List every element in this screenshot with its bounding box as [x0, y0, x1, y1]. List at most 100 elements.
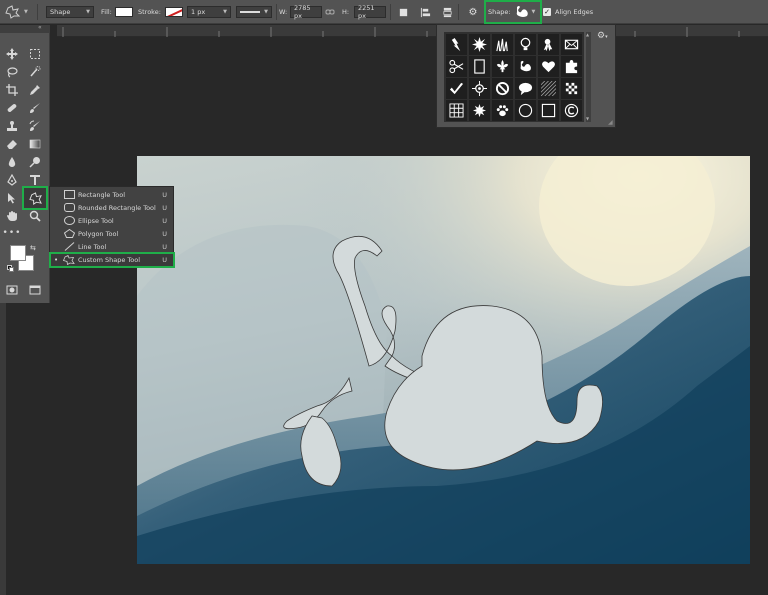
- shape-heart[interactable]: [538, 56, 559, 77]
- brush-icon: [30, 103, 40, 113]
- height-label: H:: [342, 8, 350, 16]
- shape-grid[interactable]: [446, 100, 467, 121]
- quick-selection-tool[interactable]: [26, 64, 44, 80]
- eyedropper-icon: [30, 85, 40, 95]
- quick-mask-button[interactable]: [3, 282, 21, 298]
- brush-tool[interactable]: [26, 100, 44, 116]
- rounded-rectangle-tool-item[interactable]: Rounded Rectangle Tool U: [50, 201, 174, 214]
- stroke-width-field[interactable]: 1 px ▼: [187, 6, 231, 18]
- scroll-down-icon[interactable]: ▼: [586, 116, 591, 122]
- shape-checkerboard[interactable]: [561, 78, 582, 99]
- shape-scissors[interactable]: [446, 56, 467, 77]
- shape-grid: [444, 32, 584, 122]
- tool-preset-picker[interactable]: ▼: [5, 0, 28, 24]
- bandage-icon: [7, 104, 17, 112]
- more-icon: •••: [2, 228, 22, 238]
- type-tool[interactable]: [26, 172, 44, 188]
- polygon-tool-item[interactable]: Polygon Tool U: [50, 227, 174, 240]
- shape-burst[interactable]: [469, 100, 490, 121]
- shape-snail[interactable]: [515, 56, 536, 77]
- stroke-type-select[interactable]: ▼: [236, 6, 272, 18]
- screen-mode-icon: [29, 285, 41, 295]
- shape-picker-control[interactable]: Shape: ▼: [484, 0, 542, 24]
- shape-square[interactable]: [538, 100, 559, 121]
- rectangle-tool-label: Rectangle Tool: [78, 190, 126, 199]
- rectangle-tool-item[interactable]: Rectangle Tool U: [50, 188, 174, 201]
- custom-shape-icon: [28, 191, 42, 205]
- move-tool[interactable]: [3, 46, 21, 62]
- snail-shape-icon: [516, 6, 528, 17]
- eyedropper-tool[interactable]: [26, 82, 44, 98]
- shape-ribbon[interactable]: [538, 34, 559, 55]
- marquee-tool[interactable]: [26, 46, 44, 62]
- shape-hatching[interactable]: [538, 78, 559, 99]
- foreground-color-swatch[interactable]: [10, 245, 26, 261]
- shape-checkmark[interactable]: [446, 78, 467, 99]
- frame-icon: [474, 59, 485, 74]
- ellipse-tool-item[interactable]: Ellipse Tool U: [50, 214, 174, 227]
- width-field[interactable]: 2785 px: [290, 4, 322, 20]
- clone-stamp-tool[interactable]: [3, 118, 21, 134]
- path-alignment-button[interactable]: [418, 5, 432, 19]
- shape-fleur-de-lis[interactable]: [492, 56, 513, 77]
- gradient-tool[interactable]: [26, 136, 44, 152]
- zoom-tool[interactable]: [26, 208, 44, 224]
- blur-tool[interactable]: [3, 154, 21, 170]
- shape-paw[interactable]: [492, 100, 513, 121]
- move-icon: [6, 48, 18, 60]
- shape-grass[interactable]: [492, 34, 513, 55]
- scroll-up-icon[interactable]: ▲: [586, 32, 591, 38]
- eraser-tool[interactable]: [3, 136, 21, 152]
- default-colors-icon[interactable]: [7, 265, 14, 272]
- canvas-image: [137, 156, 750, 564]
- shape-label: Shape:: [488, 8, 511, 16]
- fill-swatch[interactable]: [115, 7, 133, 17]
- shape-no-sign[interactable]: [492, 78, 513, 99]
- shape-lightbulb[interactable]: [515, 34, 536, 55]
- custom-shape-tool[interactable]: [22, 186, 48, 210]
- history-brush-tool[interactable]: [26, 118, 44, 134]
- type-icon: [30, 175, 40, 185]
- pen-tool[interactable]: [3, 172, 21, 188]
- swap-colors-icon[interactable]: ⇆: [30, 244, 36, 252]
- resize-grip-icon[interactable]: ◢: [608, 119, 613, 126]
- lasso-tool[interactable]: [3, 64, 21, 80]
- hand-tool[interactable]: [3, 208, 21, 224]
- tool-mode-select[interactable]: Shape ▼: [46, 6, 94, 18]
- shape-copyright[interactable]: [561, 100, 582, 121]
- eraser-icon: [7, 140, 17, 149]
- path-arrangement-button[interactable]: [440, 5, 454, 19]
- document-canvas[interactable]: [137, 156, 750, 564]
- crop-tool[interactable]: [3, 82, 21, 98]
- line-tool-label: Line Tool: [78, 242, 107, 251]
- shape-puzzle[interactable]: [561, 56, 582, 77]
- options-bar: ▼ Shape ▼ Fill: Stroke: 1 px ▼ ▼ W: 2785…: [0, 0, 768, 24]
- shape-circle[interactable]: [515, 100, 536, 121]
- edit-toolbar-button[interactable]: •••: [3, 225, 21, 241]
- shape-lightning[interactable]: [446, 34, 467, 55]
- align-edges-checkbox[interactable]: ✓: [543, 8, 551, 16]
- link-icon[interactable]: [325, 7, 335, 17]
- path-operations-button[interactable]: [396, 5, 410, 19]
- custom-shape-tool-item[interactable]: • Custom Shape Tool U: [49, 252, 175, 268]
- active-bullet-icon: •: [54, 256, 59, 264]
- shape-target[interactable]: [469, 78, 490, 99]
- height-field[interactable]: 2251 px: [354, 4, 386, 20]
- shape-grid-scrollbar[interactable]: ▲ ▼: [586, 32, 591, 122]
- settings-button[interactable]: ⚙: [466, 5, 480, 19]
- toolbox-header[interactable]: «: [0, 24, 50, 33]
- checkmark-icon: ✓: [544, 8, 550, 16]
- picker-settings-button[interactable]: ⚙▾: [597, 31, 608, 41]
- shape-starburst[interactable]: [469, 34, 490, 55]
- screen-mode-button[interactable]: [26, 282, 44, 298]
- lightbulb-icon: [520, 37, 531, 51]
- shape-frame[interactable]: [469, 56, 490, 77]
- healing-brush-tool[interactable]: [3, 100, 21, 116]
- dodge-tool[interactable]: [26, 154, 44, 170]
- path-selection-tool[interactable]: [3, 190, 21, 206]
- line-tool-item[interactable]: Line Tool U: [50, 240, 174, 253]
- shape-speech-bubble[interactable]: [515, 78, 536, 99]
- shape-envelope[interactable]: [561, 34, 582, 55]
- dodge-icon: [29, 157, 40, 168]
- stroke-swatch[interactable]: [165, 7, 183, 17]
